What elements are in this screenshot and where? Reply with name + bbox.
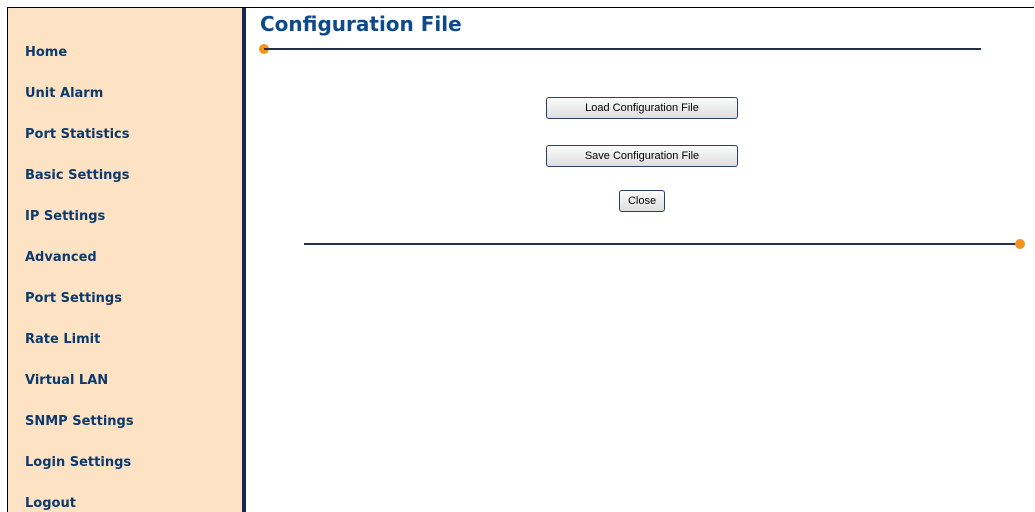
sidebar-nav: Home Unit Alarm Port Statistics Basic Se… — [8, 8, 246, 512]
bottom-rule-dot — [1015, 239, 1025, 249]
sidebar-item-snmp-settings[interactable]: SNMP Settings — [25, 414, 134, 430]
sidebar-item-ip-settings[interactable]: IP Settings — [25, 209, 105, 225]
sidebar-item-virtual-lan[interactable]: Virtual LAN — [25, 373, 108, 389]
bottom-divider — [304, 243, 1020, 245]
save-config-button[interactable]: Save Configuration File — [546, 145, 738, 167]
close-button[interactable]: Close — [619, 190, 665, 212]
sidebar-item-advanced[interactable]: Advanced — [25, 250, 97, 266]
sidebar-item-port-settings[interactable]: Port Settings — [25, 291, 122, 307]
sidebar-item-rate-limit[interactable]: Rate Limit — [25, 332, 100, 348]
top-divider — [264, 48, 981, 50]
sidebar-item-login-settings[interactable]: Login Settings — [25, 455, 131, 471]
load-config-button[interactable]: Load Configuration File — [546, 97, 738, 119]
sidebar-item-logout[interactable]: Logout — [25, 496, 76, 512]
sidebar-item-home[interactable]: Home — [25, 45, 67, 61]
page-title: Configuration File — [260, 12, 462, 36]
sidebar-item-basic-settings[interactable]: Basic Settings — [25, 168, 129, 184]
sidebar-item-unit-alarm[interactable]: Unit Alarm — [25, 86, 103, 102]
sidebar-item-port-statistics[interactable]: Port Statistics — [25, 127, 129, 143]
